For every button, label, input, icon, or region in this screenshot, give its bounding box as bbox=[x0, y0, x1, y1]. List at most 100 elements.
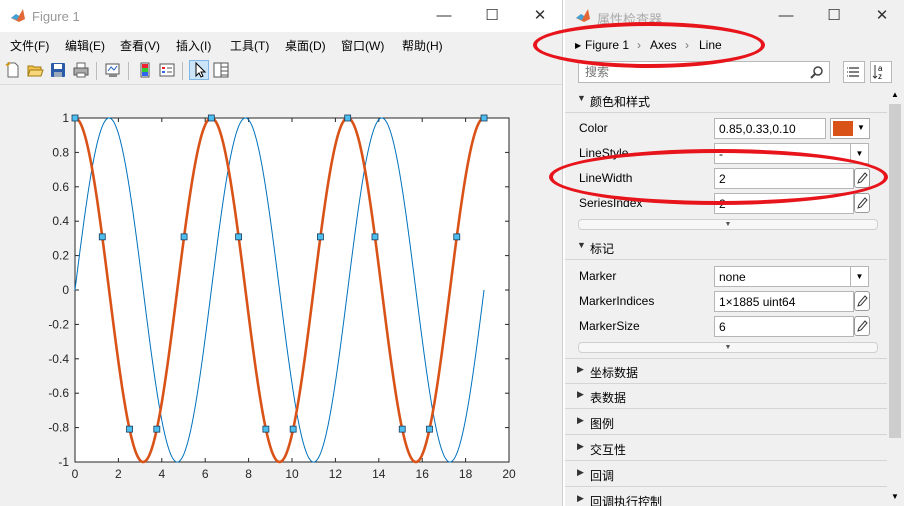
data-point-marker[interactable] bbox=[453, 233, 461, 241]
y-tick-label: 0.4 bbox=[52, 214, 69, 228]
data-point-marker[interactable] bbox=[371, 233, 379, 241]
color-swatch bbox=[833, 121, 853, 136]
data-point-marker[interactable] bbox=[480, 114, 488, 122]
edit-plot-arrow-icon[interactable] bbox=[189, 60, 209, 80]
menu-insert[interactable]: 插入(I) bbox=[176, 37, 211, 54]
data-point-marker[interactable] bbox=[153, 425, 161, 433]
data-point-marker[interactable] bbox=[207, 114, 215, 122]
prop-label: MarkerSize bbox=[579, 319, 640, 333]
x-tick-label: 18 bbox=[459, 467, 473, 481]
line-chart[interactable]: 0 2 4 6 8 10 12 14 16 18 20 1 0.8 0.6 0.4 0.2 0 -0.2 -0.4… bbox=[0, 86, 563, 506]
y-tick-label: 0.8 bbox=[52, 145, 69, 159]
color-picker-button[interactable]: ▼ bbox=[830, 118, 870, 139]
save-icon[interactable] bbox=[49, 61, 67, 79]
menu-tools[interactable]: 工具(T) bbox=[230, 37, 269, 54]
prop-row-markerindices: MarkerIndices 1×1885 uint64 bbox=[565, 289, 887, 314]
y-tick-label: 1 bbox=[62, 111, 69, 125]
menu-help[interactable]: 帮助(H) bbox=[402, 37, 443, 54]
search-icon[interactable] bbox=[810, 65, 824, 79]
data-point-marker[interactable] bbox=[317, 233, 324, 241]
scrollbar-thumb[interactable] bbox=[889, 104, 901, 438]
expand-arrow-icon: ▶ bbox=[577, 493, 584, 503]
data-point-marker[interactable] bbox=[126, 425, 133, 433]
show-more-button[interactable]: ▼ bbox=[578, 219, 878, 230]
group-view-button[interactable] bbox=[843, 61, 865, 83]
section-color-style[interactable]: ▼ 颜色和样式 bbox=[565, 88, 887, 113]
property-inspector-icon[interactable] bbox=[212, 61, 230, 79]
link-plot-icon[interactable] bbox=[104, 61, 122, 79]
x-tick-label: 0 bbox=[72, 467, 79, 481]
property-inspector-window: 属性检查器 — ☐ ✕ ▶ Figure 1 › Axes › Line az … bbox=[565, 0, 904, 506]
color-value-field[interactable]: 0.85,0.33,0.10 bbox=[714, 118, 826, 139]
edit-pencil-icon[interactable] bbox=[854, 193, 870, 213]
data-point-marker[interactable] bbox=[398, 425, 406, 433]
close-button[interactable]: ✕ bbox=[527, 4, 553, 28]
menu-edit[interactable]: 编辑(E) bbox=[65, 37, 105, 54]
print-icon[interactable] bbox=[72, 61, 90, 79]
expand-arrow-icon: ▼ bbox=[577, 93, 586, 103]
menu-desktop[interactable]: 桌面(D) bbox=[285, 37, 326, 54]
svg-text:z: z bbox=[878, 72, 882, 81]
sort-az-button[interactable]: az bbox=[870, 61, 892, 83]
colorbar-icon[interactable] bbox=[136, 61, 154, 79]
prop-label: Marker bbox=[579, 269, 617, 283]
data-point-marker[interactable] bbox=[426, 425, 433, 433]
y-tick-label: -0.4 bbox=[48, 352, 69, 366]
x-tick-label: 6 bbox=[202, 467, 209, 481]
edit-pencil-icon[interactable] bbox=[854, 291, 870, 311]
section-callback-execution[interactable]: ▶ 回调执行控制 bbox=[565, 488, 887, 506]
section-markers[interactable]: ▼ 标记 bbox=[565, 235, 887, 260]
data-point-marker[interactable] bbox=[98, 233, 106, 241]
data-point-marker[interactable] bbox=[180, 233, 188, 241]
markersize-field[interactable]: 6 bbox=[714, 316, 854, 337]
prop-row-marker: Marker none ▼ bbox=[565, 264, 887, 289]
x-tick-label: 16 bbox=[416, 467, 430, 481]
x-tick-label: 4 bbox=[158, 467, 165, 481]
toolbar-separator bbox=[96, 62, 97, 80]
open-file-icon[interactable] bbox=[26, 61, 44, 79]
y-tick-label: -1 bbox=[58, 455, 69, 469]
new-figure-icon[interactable] bbox=[4, 61, 22, 79]
matlab-logo-icon bbox=[11, 9, 25, 22]
data-point-marker[interactable] bbox=[235, 233, 243, 241]
close-button[interactable]: ✕ bbox=[869, 4, 895, 28]
scroll-up-icon[interactable]: ▲ bbox=[891, 90, 899, 99]
expand-arrow-icon: ▶ bbox=[577, 441, 584, 451]
section-legend[interactable]: ▶ 图例 bbox=[565, 410, 887, 435]
expand-arrow-icon: ▶ bbox=[577, 389, 584, 399]
edit-pencil-icon[interactable] bbox=[854, 316, 870, 336]
prop-label: MarkerIndices bbox=[579, 294, 655, 308]
toolbar-separator bbox=[128, 62, 129, 80]
section-table-data[interactable]: ▶ 表数据 bbox=[565, 384, 887, 409]
section-coordinate-data[interactable]: ▶ 坐标数据 bbox=[565, 358, 887, 384]
figure-toolbar bbox=[0, 58, 562, 85]
minimize-button[interactable]: — bbox=[431, 4, 457, 28]
list-view-icon bbox=[847, 67, 859, 77]
expand-arrow-icon: ▶ bbox=[577, 467, 584, 477]
maximize-button[interactable]: ☐ bbox=[479, 4, 505, 28]
chevron-down-icon[interactable]: ▼ bbox=[850, 266, 869, 287]
menu-window[interactable]: 窗口(W) bbox=[341, 37, 384, 54]
x-tick-label: 10 bbox=[285, 467, 299, 481]
legend-icon[interactable] bbox=[158, 61, 176, 79]
scroll-down-icon[interactable]: ▼ bbox=[891, 492, 899, 501]
figure-window: Figure 1 — ☐ ✕ 文件(F) 编辑(E) 查看(V) 插入(I) 工… bbox=[0, 0, 563, 506]
maximize-button[interactable]: ☐ bbox=[821, 4, 847, 28]
expand-arrow-icon: ▶ bbox=[577, 364, 584, 374]
section-callbacks[interactable]: ▶ 回调 bbox=[565, 462, 887, 487]
data-point-marker[interactable] bbox=[262, 425, 270, 433]
show-more-button[interactable]: ▼ bbox=[578, 342, 878, 353]
data-point-marker[interactable] bbox=[344, 114, 352, 122]
data-point-marker[interactable] bbox=[289, 425, 297, 433]
data-point-marker[interactable] bbox=[71, 114, 79, 122]
minimize-button[interactable]: — bbox=[773, 4, 799, 28]
prop-row-color: Color 0.85,0.33,0.10 ▼ bbox=[565, 116, 887, 141]
highlight-ellipse-breadcrumb bbox=[533, 22, 765, 68]
plot-area: 0 2 4 6 8 10 12 14 16 18 20 1 0.8 0.6 0.4 0.2 0 -0.2 -0.4… bbox=[0, 86, 563, 506]
x-tick-label: 14 bbox=[372, 467, 386, 481]
marker-select[interactable]: none bbox=[714, 266, 854, 287]
menu-view[interactable]: 查看(V) bbox=[120, 37, 160, 54]
menu-file[interactable]: 文件(F) bbox=[10, 37, 49, 54]
section-interactivity[interactable]: ▶ 交互性 bbox=[565, 436, 887, 461]
markerindices-field[interactable]: 1×1885 uint64 bbox=[714, 291, 854, 312]
